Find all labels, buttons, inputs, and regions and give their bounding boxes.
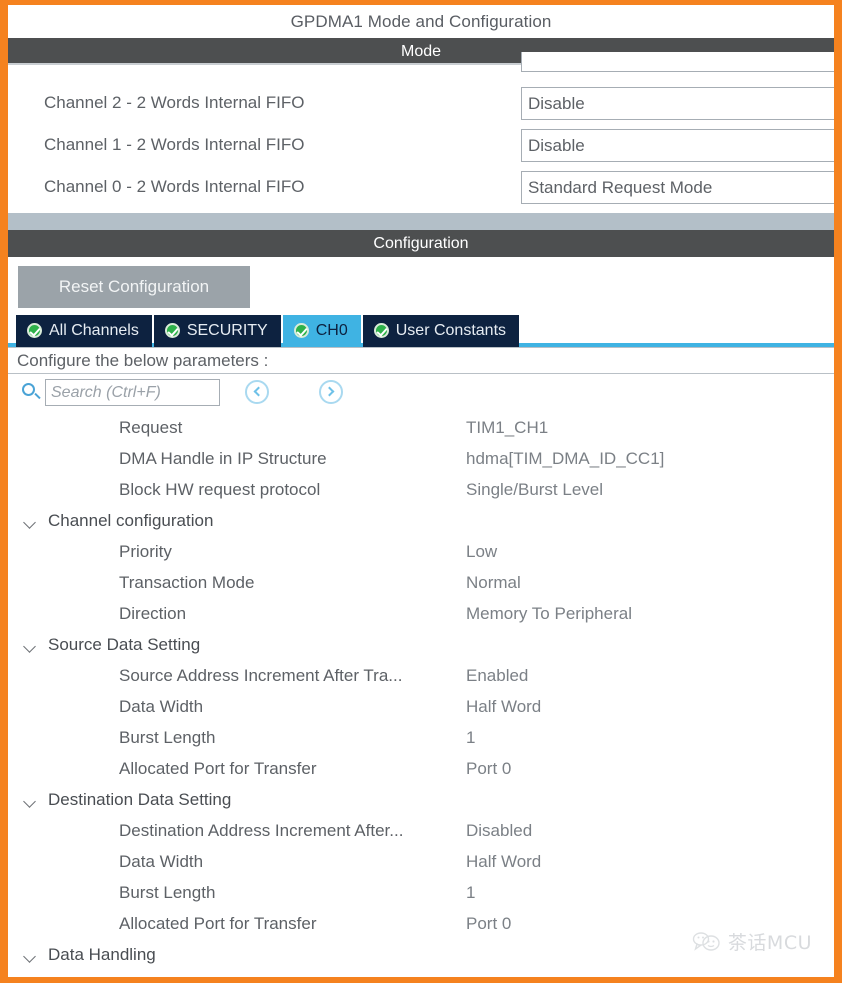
configuration-tabbar: All Channels SECURITY CH0 User Constants — [8, 315, 834, 347]
tree-row[interactable]: Direction Memory To Peripheral — [8, 599, 834, 630]
parameter-value[interactable]: Disabled — [466, 821, 532, 841]
parameter-group-label: Source Data Setting — [48, 635, 201, 654]
chevron-left-circle-icon[interactable] — [245, 380, 269, 404]
parameter-tree: Request TIM1_CH1 DMA Handle in IP Struct… — [8, 411, 834, 971]
mode-row-dropdown[interactable]: Standard Request Mode — [521, 171, 834, 204]
tab-security[interactable]: SECURITY — [153, 315, 281, 347]
parameter-group-label: Channel configuration — [48, 511, 214, 530]
tab-label: User Constants — [395, 322, 507, 339]
gpdma-configuration-window: GPDMA1 Mode and Configuration Mode Chann… — [0, 0, 842, 983]
tree-group-source-data-setting[interactable]: Source Data Setting — [8, 630, 834, 661]
chevron-down-icon[interactable] — [23, 795, 36, 808]
configuration-panel: Reset Configuration All Channels SECURIT… — [8, 257, 834, 971]
tree-group-destination-data-setting[interactable]: Destination Data Setting — [8, 785, 834, 816]
tree-row[interactable]: Block HW request protocol Single/Burst L… — [8, 475, 834, 506]
parameter-value[interactable]: Normal — [466, 573, 521, 593]
parameter-value[interactable]: Half Word — [466, 852, 541, 872]
chevron-down-icon[interactable] — [23, 950, 36, 963]
mode-field-cutoff[interactable] — [521, 52, 834, 72]
chevron-right-circle-icon[interactable] — [319, 380, 343, 404]
search-input[interactable] — [45, 379, 220, 406]
mode-row: Channel 1 - 2 Words Internal FIFO Disabl… — [8, 127, 834, 169]
parameter-label: Source Address Increment After Tra... — [119, 666, 403, 685]
mode-row-label: Channel 1 - 2 Words Internal FIFO — [44, 135, 305, 154]
tab-label: CH0 — [315, 322, 348, 339]
check-circle-icon — [164, 323, 180, 338]
parameter-label: DMA Handle in IP Structure — [119, 449, 327, 468]
configure-hint-text: Configure the below parameters : — [8, 347, 834, 374]
mode-panel: Channel 2 - 2 Words Internal FIFO Disabl… — [8, 52, 834, 213]
parameter-value[interactable]: 1 — [466, 728, 475, 748]
window-title: GPDMA1 Mode and Configuration — [8, 5, 834, 38]
parameter-label: Block HW request protocol — [119, 480, 321, 499]
tree-row[interactable]: DMA Handle in IP Structure hdma[TIM_DMA_… — [8, 444, 834, 475]
parameter-label: Data Width — [119, 852, 204, 871]
parameter-label: Allocated Port for Transfer — [119, 914, 317, 933]
search-row — [8, 374, 834, 411]
tree-row[interactable]: Priority Low — [8, 537, 834, 568]
check-circle-icon — [293, 323, 309, 338]
tab-label: SECURITY — [186, 322, 268, 339]
tree-row[interactable]: Allocated Port for Transfer Port 0 — [8, 754, 834, 785]
parameter-label: Burst Length — [119, 728, 216, 747]
tree-row[interactable]: Burst Length 1 — [8, 878, 834, 909]
tab-all-channels[interactable]: All Channels — [16, 315, 152, 347]
parameter-label: Request — [119, 418, 183, 437]
chevron-down-icon[interactable] — [23, 516, 36, 529]
parameter-value[interactable]: Half Word — [466, 697, 541, 717]
parameter-value[interactable]: 1 — [466, 883, 475, 903]
parameter-value[interactable]: Port 0 — [466, 914, 511, 934]
mode-row-label: Channel 0 - 2 Words Internal FIFO — [44, 177, 305, 196]
parameter-value[interactable]: Memory To Peripheral — [466, 604, 632, 624]
tree-row[interactable]: Request TIM1_CH1 — [8, 413, 834, 444]
tree-group-channel-configuration[interactable]: Channel configuration — [8, 506, 834, 537]
tree-row[interactable]: Burst Length 1 — [8, 723, 834, 754]
tree-row[interactable]: Data Width Half Word — [8, 692, 834, 723]
mode-row-dropdown[interactable]: Disable — [521, 129, 834, 162]
reset-configuration-button[interactable]: Reset Configuration — [18, 266, 250, 308]
parameter-value[interactable]: Port 0 — [466, 759, 511, 779]
tab-label: All Channels — [49, 322, 139, 339]
parameter-value[interactable]: Single/Burst Level — [466, 480, 603, 500]
tree-row[interactable]: Transaction Mode Normal — [8, 568, 834, 599]
tree-row[interactable]: Data Width Half Word — [8, 847, 834, 878]
mode-row-label: Channel 2 - 2 Words Internal FIFO — [44, 93, 305, 112]
parameter-label: Burst Length — [119, 883, 216, 902]
parameter-value[interactable]: hdma[TIM_DMA_ID_CC1] — [466, 449, 664, 469]
tree-row[interactable]: Destination Address Increment After... D… — [8, 816, 834, 847]
chevron-down-icon[interactable] — [23, 640, 36, 653]
parameter-value[interactable]: Low — [466, 542, 497, 562]
check-circle-icon — [27, 323, 42, 338]
parameter-group-label: Destination Data Setting — [48, 790, 232, 809]
tree-row[interactable]: Source Address Increment After Tra... En… — [8, 661, 834, 692]
reset-row: Reset Configuration — [8, 257, 834, 315]
tab-ch0[interactable]: CH0 — [282, 315, 361, 347]
tree-row[interactable]: Allocated Port for Transfer Port 0 — [8, 909, 834, 940]
parameter-value[interactable]: TIM1_CH1 — [466, 418, 548, 438]
parameter-label: Destination Address Increment After... — [119, 821, 404, 840]
search-icon — [22, 383, 35, 396]
parameter-label: Data Width — [119, 697, 204, 716]
section-divider-band — [8, 213, 834, 230]
parameter-label: Priority — [119, 542, 172, 561]
mode-row: Channel 0 - 2 Words Internal FIFO Standa… — [8, 169, 834, 211]
parameter-label: Allocated Port for Transfer — [119, 759, 317, 778]
parameter-value[interactable]: Enabled — [466, 666, 528, 686]
parameter-group-label: Data Handling — [48, 945, 156, 964]
mode-row-dropdown[interactable]: Disable — [521, 87, 834, 120]
configuration-section-header: Configuration — [8, 230, 834, 257]
tree-group-data-handling[interactable]: Data Handling — [8, 940, 834, 971]
check-circle-icon — [373, 323, 389, 338]
mode-row: Channel 2 - 2 Words Internal FIFO Disabl… — [8, 85, 834, 127]
parameter-label: Direction — [119, 604, 187, 623]
parameter-label: Transaction Mode — [119, 573, 255, 592]
tab-user-constants[interactable]: User Constants — [362, 315, 520, 347]
